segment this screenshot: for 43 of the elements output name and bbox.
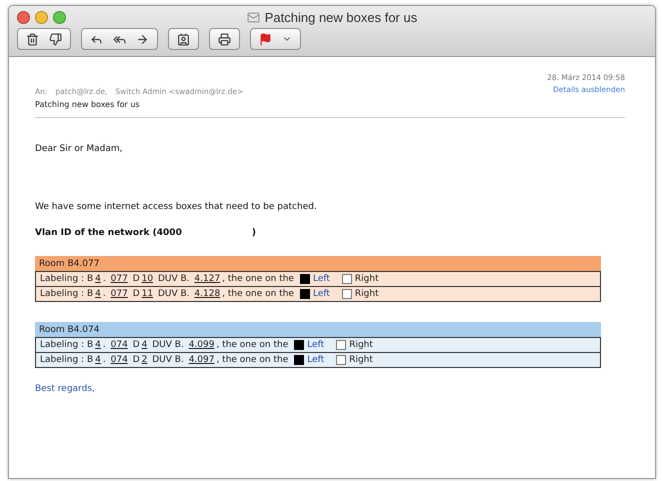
intro-text: We have some internet access boxes that need to be patched. [35, 202, 318, 212]
reply-toolbar[interactable] [81, 28, 158, 50]
close-button[interactable] [17, 10, 30, 24]
option-label: Right [349, 340, 373, 350]
window-title: Patching new boxes for us [264, 10, 418, 24]
checkbox[interactable] [300, 289, 310, 299]
envelope-icon [246, 10, 260, 24]
vlan-bracket: ) [252, 228, 256, 238]
print-button[interactable] [209, 28, 240, 50]
checkbox[interactable] [342, 289, 352, 299]
contact-card-icon [177, 32, 190, 46]
labeling-text: Labeling : B 4 . 077 D 11 DUV B. 4.128 , the one on the [40, 289, 294, 299]
flag-button[interactable] [250, 28, 301, 50]
checkbox[interactable] [294, 355, 304, 365]
checkbox[interactable] [294, 340, 304, 350]
checkbox[interactable] [300, 274, 310, 284]
greeting-text: Dear Sir or Madam, [35, 144, 124, 154]
printer-icon [218, 32, 231, 46]
option-label: Right [349, 355, 373, 365]
option-label: Left [307, 340, 324, 350]
room-header: Room B4.077 [35, 256, 601, 272]
checkbox[interactable] [336, 340, 346, 350]
option-label: Left [307, 355, 324, 365]
contact-button[interactable] [168, 28, 199, 50]
delete-junk-toolbar[interactable] [17, 28, 71, 50]
labeling-text: Labeling : B 4 . 074 D 2 DUV B. 4.097 , the one on the [40, 355, 288, 365]
checkbox[interactable] [342, 274, 352, 284]
checkbox[interactable] [336, 355, 346, 365]
option-label: Left [312, 274, 330, 284]
forward-icon[interactable] [136, 32, 149, 46]
option-label: Right [354, 289, 379, 299]
room-header: Room B4.074 [35, 322, 601, 338]
closing-text: Best regards, [35, 384, 96, 394]
vlan-label: Vlan ID of the network (4000 [35, 228, 182, 238]
zoom-button[interactable] [53, 10, 66, 24]
thumbs-down-icon[interactable] [49, 32, 62, 46]
option-label: Left [312, 289, 330, 299]
trash-icon[interactable] [26, 32, 39, 46]
option-label: Right [354, 274, 379, 284]
labeling-text: Labeling : B 4 . 074 D 4 DUV B. 4.099 , the one on the [40, 340, 288, 350]
labeling-text: Labeling : B 4 . 077 D 10 DUV B. 4.127 , the one on the [40, 274, 294, 284]
flag-icon [259, 32, 272, 46]
subject-text: Patching new boxes for us [35, 100, 141, 109]
